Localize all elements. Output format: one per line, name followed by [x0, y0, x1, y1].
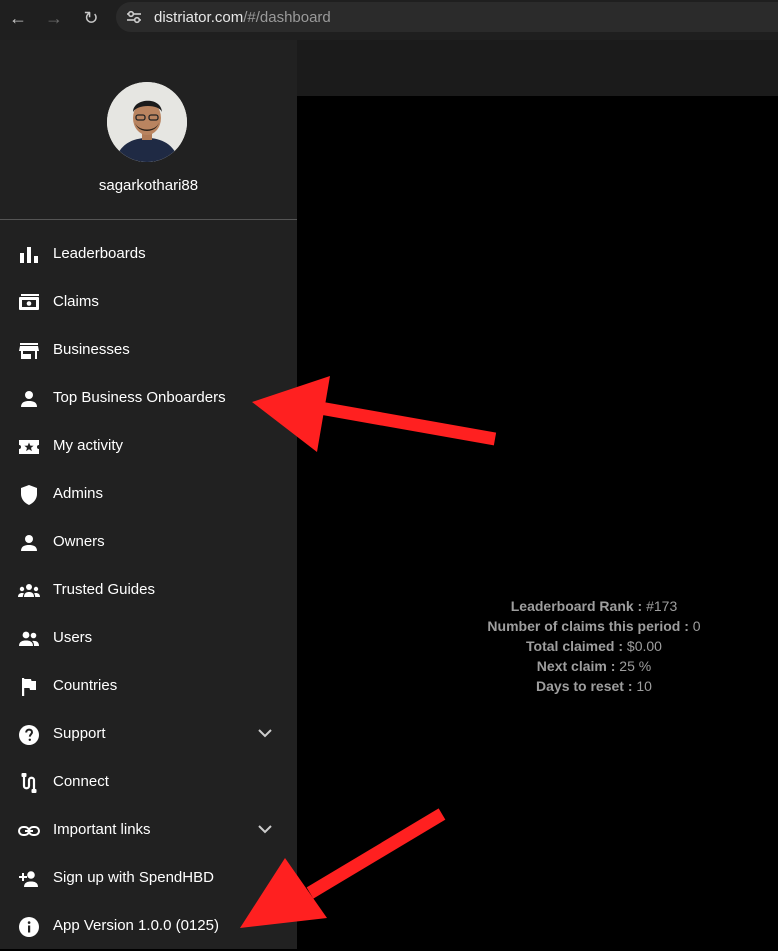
sidebar-item-connect[interactable]: Connect — [0, 759, 297, 807]
info-icon — [19, 917, 39, 937]
stat-total-claimed: Total claimed : $0.00 — [297, 636, 778, 656]
person-add-icon — [19, 871, 38, 887]
sidebar-item-label: Owners — [53, 533, 105, 550]
groups-icon — [18, 584, 40, 597]
sidebar-item-my-activity[interactable]: My activity — [0, 423, 297, 471]
sidebar-item-businesses[interactable]: Businesses — [0, 327, 297, 375]
sidebar-item-label: Users — [53, 629, 93, 646]
sidebar-item-trusted-guides[interactable]: Trusted Guides — [0, 567, 297, 615]
connect-icon — [21, 773, 37, 793]
url-path: /#/dashboard — [243, 9, 331, 26]
stat-value: #173 — [642, 598, 678, 614]
sidebar-item-label: Important links — [53, 821, 151, 838]
sidebar: sagarkothari88 Leaderboards Claims Busin… — [0, 40, 297, 949]
sidebar-item-label: Businesses — [53, 341, 130, 358]
stat-label: Days to reset : — [536, 678, 633, 694]
stat-label: Total claimed : — [526, 638, 624, 654]
leaderboard-icon — [20, 247, 38, 263]
stat-value: $0.00 — [623, 638, 662, 654]
stat-claims-this-period: Number of claims this period : 0 — [297, 616, 778, 636]
sidebar-item-top-business-onboarders[interactable]: Top Business Onboarders — [0, 375, 297, 423]
forward-arrow-icon[interactable]: → — [41, 6, 67, 30]
stats-panel: Leaderboard Rank : #173 Number of claims… — [297, 596, 778, 696]
person-icon — [21, 391, 37, 407]
username: sagarkothari88 — [98, 177, 199, 194]
receipt-icon — [19, 294, 39, 310]
flag-icon — [22, 678, 36, 696]
reload-icon[interactable]: ↻ — [78, 6, 104, 30]
sidebar-item-support[interactable]: Support — [0, 711, 297, 759]
star-ticket-icon — [19, 440, 39, 454]
sidebar-item-owners[interactable]: Owners — [0, 519, 297, 567]
site-settings-icon[interactable] — [126, 10, 142, 24]
sidebar-item-label: Countries — [53, 677, 118, 694]
sidebar-item-label: Support — [53, 725, 106, 742]
stat-value: 10 — [632, 678, 652, 694]
shield-icon — [21, 485, 37, 505]
person-icon — [21, 535, 37, 551]
avatar[interactable] — [107, 82, 187, 162]
sidebar-item-label: My activity — [53, 437, 124, 454]
sidebar-item-label: Claims — [53, 293, 99, 310]
sidebar-item-label: Admins — [53, 485, 104, 502]
stat-next-claim: Next claim : 25 % — [297, 656, 778, 676]
stat-value: 0 — [688, 618, 701, 634]
chevron-down-icon[interactable] — [256, 820, 274, 838]
stat-label: Leaderboard Rank : — [510, 598, 643, 614]
stat-value: 25 % — [615, 658, 652, 674]
sidebar-item-label: Leaderboards — [53, 245, 146, 262]
url-host: distriator.com — [154, 9, 244, 26]
sidebar-item-sign-up[interactable]: Sign up with SpendHBD — [0, 855, 297, 903]
app-top-bar — [297, 40, 778, 96]
avatar-photo — [107, 82, 187, 162]
back-arrow-icon[interactable]: ← — [5, 6, 31, 30]
sidebar-item-leaderboards[interactable]: Leaderboards — [0, 231, 297, 279]
sidebar-divider — [0, 219, 297, 220]
sidebar-item-countries[interactable]: Countries — [0, 663, 297, 711]
sidebar-item-users[interactable]: Users — [0, 615, 297, 663]
sidebar-item-label: Top Business Onboarders — [53, 389, 226, 406]
sidebar-item-label: Sign up with SpendHBD — [53, 869, 214, 886]
browser-toolbar: ← → ↻ distriator.com/#/dashboard — [0, 0, 778, 41]
sidebar-item-admins[interactable]: Admins — [0, 471, 297, 519]
link-icon — [18, 826, 40, 836]
sidebar-item-app-version[interactable]: App Version 1.0.0 (0125) — [0, 903, 297, 951]
sidebar-item-label: Connect — [53, 773, 109, 790]
sidebar-item-label: Trusted Guides — [53, 581, 155, 598]
url-text[interactable]: distriator.com/#/dashboard — [154, 9, 331, 26]
address-bar[interactable]: distriator.com/#/dashboard — [116, 2, 778, 32]
store-icon — [19, 343, 39, 359]
people-icon — [19, 631, 39, 646]
stat-days-to-reset: Days to reset : 10 — [297, 676, 778, 696]
stat-label: Number of claims this period : — [487, 618, 689, 634]
sidebar-item-important-links[interactable]: Important links — [0, 807, 297, 855]
sidebar-item-label: App Version 1.0.0 (0125) — [53, 917, 219, 934]
stat-leaderboard-rank: Leaderboard Rank : #173 — [297, 596, 778, 616]
stat-label: Next claim : — [536, 658, 616, 674]
sidebar-item-claims[interactable]: Claims — [0, 279, 297, 327]
chevron-down-icon[interactable] — [256, 724, 274, 742]
help-icon — [19, 725, 39, 745]
